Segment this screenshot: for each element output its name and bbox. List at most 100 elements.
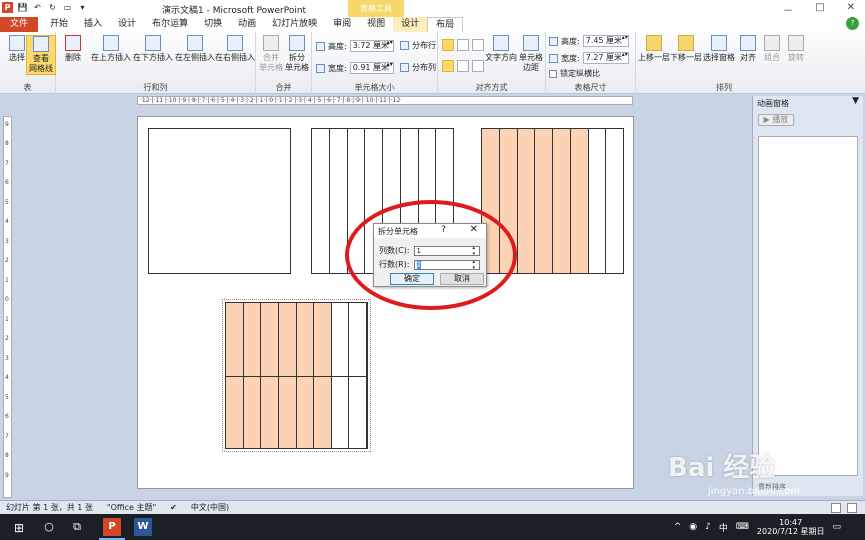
tab-insert[interactable]: 插入	[76, 17, 110, 32]
rotate-button[interactable]: 旋转	[784, 35, 808, 63]
ok-button[interactable]: 确定	[390, 273, 434, 285]
customize-icon[interactable]: ▾	[77, 2, 88, 13]
vertical-ruler-tick: 0	[5, 296, 9, 304]
dialog-close-button[interactable]: ✕	[470, 224, 478, 235]
normal-view-icon[interactable]	[831, 503, 841, 513]
align-left-icon[interactable]	[442, 39, 454, 51]
dialog-help-button[interactable]: ?	[441, 225, 446, 235]
align-middle-icon[interactable]	[457, 60, 469, 72]
play-button[interactable]: ▶ 播放	[758, 114, 794, 126]
vertical-ruler-tick: 9	[5, 471, 9, 479]
tray-expand-icon[interactable]: ^	[674, 522, 682, 532]
bring-forward-button[interactable]: 上移一层	[638, 35, 670, 63]
new-slide-icon[interactable]: ▭	[62, 2, 73, 13]
table-3[interactable]	[481, 128, 624, 274]
insert-left-button[interactable]: 在左侧插入	[174, 35, 216, 63]
align-center-icon[interactable]	[457, 39, 469, 51]
redo-icon[interactable]: ↻	[47, 2, 58, 13]
help-icon[interactable]: ?	[846, 17, 859, 30]
minimize-button[interactable]: －	[783, 2, 793, 17]
vertical-ruler-tick: 6	[5, 179, 9, 187]
table-column[interactable]	[499, 129, 518, 273]
windows-start-icon[interactable]: ⊞	[14, 521, 24, 535]
align-icon	[740, 35, 756, 51]
pane-menu-icon[interactable]: ▼	[852, 96, 859, 106]
slide-canvas[interactable]	[137, 116, 634, 489]
cell-height-input[interactable]: 3.72 厘米	[349, 40, 394, 52]
cancel-button[interactable]: 取消	[440, 273, 484, 285]
table-column[interactable]	[348, 129, 366, 273]
rows-input[interactable]: 2	[413, 259, 480, 271]
align-bottom-icon[interactable]	[472, 60, 484, 72]
search-icon[interactable]: ○	[40, 518, 58, 536]
table-column[interactable]	[570, 129, 589, 273]
group-button[interactable]: 组合	[760, 35, 784, 63]
tab-table-layout[interactable]: 布局	[427, 17, 464, 32]
slide-sorter-icon[interactable]	[847, 503, 857, 513]
merge-group: 合并 单元格 拆分 单元格 合并	[256, 32, 312, 94]
language-indicator[interactable]: 中文(中国)	[191, 502, 229, 513]
view-gridlines-button[interactable]: 查看 网格线	[26, 35, 56, 75]
tab-home[interactable]: 开始	[42, 17, 76, 32]
vertical-ruler-tick: 4	[5, 218, 9, 226]
taskbar-word-icon[interactable]: W	[134, 518, 152, 536]
cell-size-group-label: 单元格大小	[354, 83, 395, 92]
taskbar-powerpoint-icon[interactable]: P	[103, 518, 121, 536]
table-1[interactable]	[148, 128, 291, 274]
table-height-input[interactable]: 7.45 厘米	[582, 35, 629, 47]
save-icon[interactable]: 💾	[17, 2, 28, 13]
network-icon[interactable]: ◉	[689, 522, 697, 532]
spellcheck-icon[interactable]: ✔	[170, 503, 177, 512]
notification-icon[interactable]: ▭	[832, 522, 841, 532]
lock-ratio-checkbox[interactable]: 锁定纵横比	[549, 68, 600, 79]
ime-indicator[interactable]: 中	[719, 521, 728, 534]
clock-date: 2020/7/12 星期日	[756, 527, 825, 536]
text-direction-button[interactable]: 文字方向	[484, 35, 518, 63]
maximize-button[interactable]: □	[815, 2, 824, 17]
tab-design[interactable]: 设计	[110, 17, 144, 32]
delete-button[interactable]: 删除	[58, 35, 88, 63]
align-button[interactable]: 对齐	[736, 35, 760, 63]
cell-width-input[interactable]: 0.91 厘米	[349, 62, 394, 74]
table-column[interactable]	[517, 129, 536, 273]
clock[interactable]: 10:47 2020/7/12 星期日	[757, 518, 825, 536]
tab-transitions[interactable]: 切换	[196, 17, 230, 32]
bring-forward-icon	[646, 35, 662, 51]
task-view-icon[interactable]: ⧉	[68, 518, 86, 536]
insert-below-button[interactable]: 在下方插入	[132, 35, 174, 63]
table-column[interactable]	[535, 129, 553, 273]
close-button[interactable]: ✕	[847, 2, 855, 17]
vertical-ruler-tick: 3	[5, 354, 9, 362]
table-column[interactable]	[553, 129, 571, 273]
table-column[interactable]	[330, 129, 348, 273]
theme-name[interactable]: "Office 主题"	[107, 502, 156, 513]
undo-icon[interactable]: ↶	[32, 2, 43, 13]
columns-input[interactable]: 1	[413, 245, 480, 257]
tab-table-design[interactable]: 设计	[393, 17, 428, 32]
tab-animations[interactable]: 动画	[230, 17, 264, 32]
table-column[interactable]	[589, 129, 607, 273]
insert-right-button[interactable]: 在右侧插入	[214, 35, 256, 63]
keyboard-icon[interactable]: ⌨	[736, 522, 749, 532]
tab-review[interactable]: 审阅	[325, 17, 359, 32]
tab-file[interactable]: 文件	[0, 17, 39, 32]
align-right-icon[interactable]	[472, 39, 484, 51]
selection-pane-button[interactable]: 选择窗格	[702, 35, 736, 63]
insert-above-button[interactable]: 在上方插入	[90, 35, 132, 63]
cell-margins-button[interactable]: 单元格 边距	[516, 35, 546, 73]
animation-list[interactable]	[758, 136, 858, 476]
table-column[interactable]	[312, 129, 330, 273]
align-top-icon[interactable]	[442, 60, 454, 72]
tab-slideshow[interactable]: 幻灯片放映	[264, 17, 325, 32]
tab-boolean[interactable]: 布尔运算	[144, 17, 196, 32]
distribute-cols-button[interactable]: 分布列	[400, 62, 436, 73]
split-cells-button[interactable]: 拆分 单元格	[282, 35, 312, 73]
distribute-rows-button[interactable]: 分布行	[400, 40, 436, 51]
volume-icon[interactable]: ♪	[705, 522, 711, 532]
send-backward-button[interactable]: 下移一层	[670, 35, 702, 63]
table-width-input[interactable]: 7.27 厘米	[582, 52, 629, 64]
table-column[interactable]	[149, 129, 290, 273]
tab-view[interactable]: 视图	[359, 17, 393, 32]
table-column[interactable]	[606, 129, 623, 273]
table-4[interactable]	[222, 299, 371, 452]
